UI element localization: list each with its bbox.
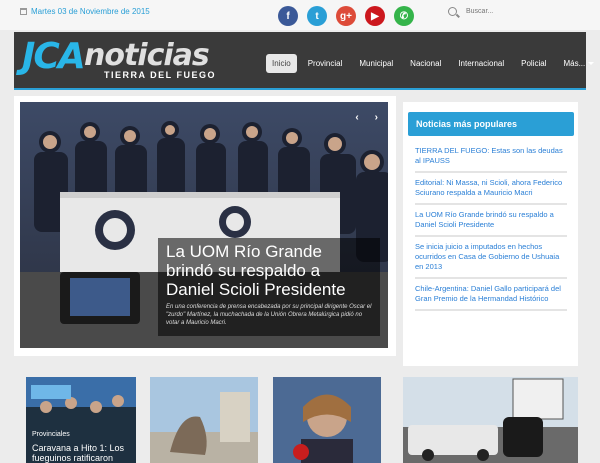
youtube-icon[interactable]: ▶ <box>365 6 385 26</box>
news-card[interactable] <box>403 377 578 463</box>
news-card-title[interactable]: Caravana a Hito 1: Los fueguinos ratific… <box>32 443 134 463</box>
news-card-image <box>403 377 578 463</box>
search-box <box>448 4 600 18</box>
twitter-icon[interactable]: t <box>307 6 327 26</box>
main-nav: Inicio Provincial Municipal Nacional Int… <box>266 54 600 73</box>
popular-item[interactable]: La UOM Río Grande brindó su respaldo a D… <box>415 210 567 237</box>
slider-title[interactable]: La UOM Río Grande brindó su respaldo a D… <box>166 242 372 299</box>
logo-tagline: TIERRA DEL FUEGO <box>104 70 217 80</box>
news-card[interactable]: Provinciales Caravana a Hito 1: Los fueg… <box>26 377 136 463</box>
nav-inicio[interactable]: Inicio <box>266 54 297 73</box>
slider-subtitle: En una conferencia de prensa encabezada … <box>166 304 372 326</box>
site-logo[interactable]: JCA noticias TIERRA DEL FUEGO <box>22 36 252 82</box>
logo-noticias: noticias <box>84 38 210 73</box>
nav-mas-dropdown[interactable]: Más... <box>557 54 600 73</box>
featured-panel: ‹ › La UOM Río Grande brindó su respaldo… <box>14 96 396 356</box>
popular-item[interactable]: TIERRA DEL FUEGO: Estas son las deudas a… <box>415 146 567 173</box>
nav-internacional[interactable]: Internacional <box>452 54 510 73</box>
logo-jca: JCA <box>22 36 86 77</box>
nav-provincial[interactable]: Provincial <box>302 54 349 73</box>
news-card-category: Provinciales <box>32 431 70 438</box>
chevron-right-icon[interactable]: › <box>375 112 378 123</box>
popular-list: TIERRA DEL FUEGO: Estas son las deudas a… <box>415 146 567 316</box>
facebook-icon[interactable]: f <box>278 6 298 26</box>
whatsapp-icon[interactable]: ✆ <box>394 6 414 26</box>
google-plus-icon[interactable]: g+ <box>336 6 356 26</box>
search-icon[interactable] <box>448 6 457 16</box>
calendar-icon <box>20 8 27 15</box>
chevron-left-icon[interactable]: ‹ <box>355 112 358 123</box>
slider-arrows: ‹ › <box>355 112 378 123</box>
search-input[interactable] <box>466 4 600 18</box>
date-text: Martes 03 de Noviembre de 2015 <box>31 7 150 16</box>
chevron-down-icon <box>588 62 595 66</box>
popular-heading: Noticias más populares <box>408 112 574 136</box>
date-display: Martes 03 de Noviembre de 2015 <box>20 7 150 16</box>
nav-municipal[interactable]: Municipal <box>353 54 399 73</box>
news-card[interactable] <box>273 377 381 463</box>
popular-item[interactable]: Chile-Argentina: Daniel Gallo participar… <box>415 284 567 311</box>
news-card-image <box>150 377 258 463</box>
nav-policial[interactable]: Policial <box>515 54 552 73</box>
nav-mas-label: Más... <box>563 59 586 68</box>
site-header: JCA noticias TIERRA DEL FUEGO Inicio Pro… <box>14 32 595 90</box>
news-card-image <box>273 377 381 463</box>
top-bar: Martes 03 de Noviembre de 2015 f t g+ ▶ … <box>0 0 600 30</box>
news-card[interactable] <box>150 377 258 463</box>
slider-caption[interactable]: La UOM Río Grande brindó su respaldo a D… <box>158 238 380 336</box>
featured-slider[interactable]: ‹ › La UOM Río Grande brindó su respaldo… <box>20 102 388 348</box>
popular-item[interactable]: Editorial: Ni Massa, ni Scioli, ahora Fe… <box>415 178 567 205</box>
social-links: f t g+ ▶ ✆ <box>278 6 414 26</box>
popular-panel: Noticias más populares TIERRA DEL FUEGO:… <box>403 102 578 366</box>
nav-nacional[interactable]: Nacional <box>404 54 447 73</box>
popular-item[interactable]: Se inicia juicio a imputados en hechos o… <box>415 242 567 279</box>
